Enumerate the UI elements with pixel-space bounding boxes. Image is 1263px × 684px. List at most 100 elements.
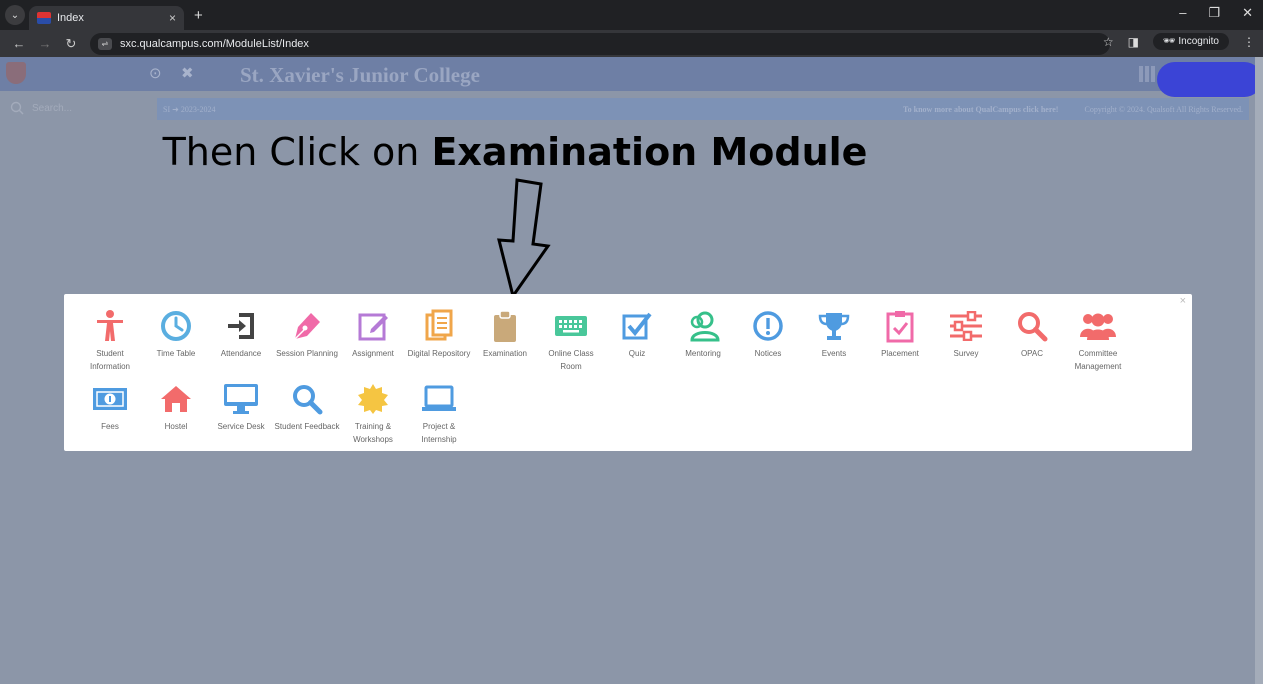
clock-icon xyxy=(158,309,194,343)
module-events[interactable]: Events xyxy=(801,309,867,360)
module-training-and-workshops[interactable]: Training & Workshops xyxy=(340,382,406,446)
module-label: Fees xyxy=(101,422,119,431)
clipboard-check-icon xyxy=(882,309,918,343)
site-info-icon[interactable]: ⇌ xyxy=(98,37,112,50)
academic-year: SI ➜ 2023-2024 xyxy=(163,104,216,114)
pen-nib-icon xyxy=(289,309,325,343)
address-bar[interactable]: ⇌ sxc.qualcampus.com/ModuleList/Index xyxy=(90,32,1110,55)
monitor-icon xyxy=(223,382,259,416)
restore-button[interactable]: ❐ xyxy=(1208,5,1220,21)
college-title: St. Xavier's Junior College xyxy=(240,63,480,87)
module-label: Online Class Room xyxy=(548,349,594,371)
module-label: OPAC xyxy=(1020,349,1044,358)
module-label: Events xyxy=(821,349,847,358)
module-label: Examination xyxy=(482,349,528,358)
module-label: Mentoring xyxy=(685,349,721,358)
module-examination[interactable]: Examination xyxy=(472,309,538,360)
laptop-icon xyxy=(421,382,457,416)
college-logo xyxy=(6,62,26,84)
module-label: Student Information xyxy=(89,349,131,371)
side-panel-icon[interactable]: ◨ xyxy=(1128,35,1139,49)
module-label: Attendance xyxy=(220,349,262,358)
module-quiz[interactable]: Quiz xyxy=(604,309,670,360)
new-tab-button[interactable]: + xyxy=(194,7,203,24)
modal-close-icon[interactable]: × xyxy=(1180,295,1186,307)
browser-tab-bar: ⌄ Index × + – ❐ ✕ xyxy=(0,0,1263,30)
incognito-icon: 🕶 xyxy=(1162,36,1176,47)
search-icon xyxy=(10,101,24,115)
favicon-icon xyxy=(37,12,51,24)
module-list-modal: × Student Information Time Table Attendanc… xyxy=(64,294,1192,451)
module-service-desk[interactable]: Service Desk xyxy=(208,382,274,433)
module-attendance[interactable]: Attendance xyxy=(208,309,274,360)
module-label: Assignment xyxy=(352,349,394,358)
browser-menu-icon[interactable]: ⋮ xyxy=(1243,35,1255,49)
module-time-table[interactable]: Time Table xyxy=(143,309,209,360)
know-more-link[interactable]: To know more about QualCampus click here… xyxy=(903,105,1058,114)
apps-grid-icon[interactable] xyxy=(1139,66,1155,82)
module-assignment[interactable]: Assignment xyxy=(340,309,406,360)
module-label: Quiz xyxy=(628,349,646,358)
clipboard-icon xyxy=(487,309,523,343)
trophy-icon xyxy=(816,309,852,343)
app-header: ⊙ ✖ St. Xavier's Junior College xyxy=(0,57,1255,91)
module-fees[interactable]: Fees xyxy=(77,382,143,433)
module-session-planning[interactable]: Session Planning xyxy=(274,309,340,360)
people-outline-icon xyxy=(685,309,721,343)
browser-tab[interactable]: Index × xyxy=(29,6,184,30)
module-label: Service Desk xyxy=(217,422,265,431)
tab-search-icon[interactable]: ⌄ xyxy=(5,5,25,25)
forward-arrow-icon[interactable]: → xyxy=(38,36,52,51)
module-label: Digital Repository xyxy=(407,349,471,358)
close-window-button[interactable]: ✕ xyxy=(1242,5,1253,21)
module-online-class-room[interactable]: Online Class Room xyxy=(538,309,604,373)
keyboard-icon xyxy=(553,309,589,343)
module-label: Survey xyxy=(953,349,979,358)
home-icon xyxy=(158,382,194,416)
module-opac[interactable]: OPAC xyxy=(999,309,1065,360)
group-icon xyxy=(1080,309,1116,343)
incognito-badge[interactable]: 🕶 Incognito xyxy=(1152,33,1229,50)
tab-close-icon[interactable]: × xyxy=(169,11,176,25)
person-icon xyxy=(92,309,128,343)
instruction-text: Then Click on Examination Module xyxy=(0,130,1030,174)
checkbox-icon xyxy=(619,309,655,343)
window-controls: – ❐ ✕ xyxy=(1179,5,1253,21)
edit-square-icon xyxy=(355,309,391,343)
module-label: Training & Workshops xyxy=(353,422,393,444)
bookmark-star-icon[interactable]: ☆ xyxy=(1103,35,1114,49)
page-scrollbar[interactable] xyxy=(1255,57,1263,684)
module-digital-repository[interactable]: Digital Repository xyxy=(406,309,472,360)
module-mentoring[interactable]: Mentoring xyxy=(670,309,736,360)
url-text: sxc.qualcampus.com/ModuleList/Index xyxy=(120,37,309,50)
module-label: Committee Management xyxy=(1074,349,1122,371)
minimize-button[interactable]: – xyxy=(1179,5,1186,21)
fullscreen-icon[interactable]: ✖ xyxy=(181,64,194,82)
browser-toolbar: ← → ↻ ⇌ sxc.qualcampus.com/ModuleList/In… xyxy=(0,30,1263,57)
back-circle-icon[interactable]: ⊙ xyxy=(149,64,162,82)
module-student-information[interactable]: Student Information xyxy=(77,309,143,373)
module-placement[interactable]: Placement xyxy=(867,309,933,360)
module-hostel[interactable]: Hostel xyxy=(143,382,209,433)
module-project-and-internship[interactable]: Project & Internship xyxy=(406,382,472,446)
reload-icon[interactable]: ↻ xyxy=(64,36,78,52)
back-arrow-icon[interactable]: ← xyxy=(12,36,26,51)
money-icon xyxy=(92,382,128,416)
redacted-user-area[interactable] xyxy=(1157,62,1262,97)
info-bar: SI ➜ 2023-2024 To know more about QualCa… xyxy=(157,98,1249,120)
module-survey[interactable]: Survey xyxy=(933,309,999,360)
sidebar-search[interactable]: Search... xyxy=(10,101,72,115)
module-label: Student Feedback xyxy=(274,422,340,431)
instruction-prefix: Then Click on xyxy=(162,130,432,174)
documents-icon xyxy=(421,309,457,343)
module-notices[interactable]: Notices xyxy=(735,309,801,360)
module-label: Project & Internship xyxy=(421,422,457,444)
exclamation-circle-icon xyxy=(750,309,786,343)
module-student-feedback[interactable]: Student Feedback xyxy=(274,382,340,433)
module-label: Notices xyxy=(754,349,782,358)
search-icon xyxy=(289,382,325,416)
down-arrow-icon xyxy=(497,178,551,298)
module-committee-management[interactable]: Committee Management xyxy=(1065,309,1131,373)
toolbar-right: ☆ ◨ 🕶 Incognito ⋮ xyxy=(1103,33,1255,50)
module-label: Hostel xyxy=(164,422,188,431)
